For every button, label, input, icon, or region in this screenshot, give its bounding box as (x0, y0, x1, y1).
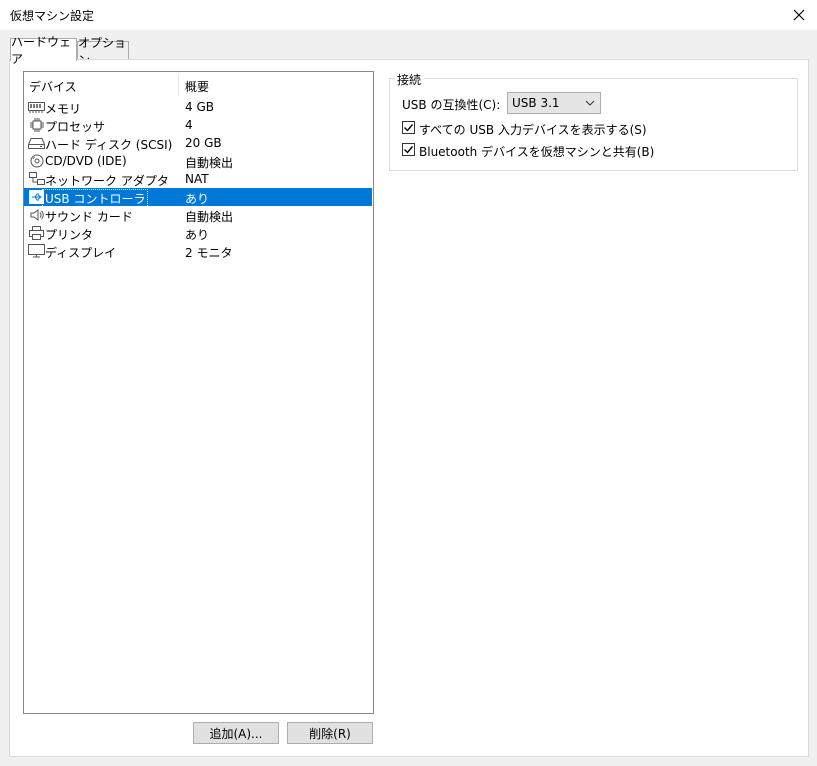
device-name: ディスプレイ (45, 246, 117, 260)
share-bluetooth-checkbox[interactable] (402, 143, 415, 156)
device-name: ハード ディスク (SCSI) (45, 138, 173, 152)
device-name: サウンド カード (45, 210, 133, 224)
remove-device-label: 削除(R) (309, 726, 351, 741)
close-button[interactable] (781, 0, 817, 30)
device-value: 4 (185, 118, 193, 132)
usb-compatibility-label: USB の互換性(C): (402, 98, 501, 112)
cd-dvd-icon (28, 153, 45, 169)
device-row-hard-disk[interactable]: ハード ディスク (SCSI) 20 GB (24, 134, 372, 152)
window-title: 仮想マシン設定 (10, 9, 95, 23)
add-device-label: 追加(A)... (209, 726, 263, 741)
tab-hardware-label: ハードウェア (11, 35, 72, 66)
device-name: CD/DVD (IDE) (45, 154, 127, 168)
sound-card-icon (28, 207, 45, 223)
connection-group: 接続 USB の互換性(C): USB 3.1 すべての USB 入力デバイスを… (389, 71, 798, 171)
processor-icon (28, 117, 45, 133)
device-row-processor[interactable]: プロセッサ 4 (24, 116, 372, 134)
title-bar: 仮想マシン設定 (0, 0, 817, 30)
usb-compatibility-value: USB 3.1 (512, 96, 560, 110)
column-header-summary[interactable]: 概要 (185, 78, 209, 95)
device-value: NAT (185, 172, 209, 186)
tab-hardware[interactable]: ハードウェア (10, 35, 77, 66)
hard-disk-icon (28, 135, 45, 151)
checkmark-icon (404, 124, 414, 132)
add-device-button[interactable]: 追加(A)... (193, 722, 279, 744)
show-all-usb-option[interactable]: すべての USB 入力デバイスを表示する(S) (402, 120, 702, 137)
share-bluetooth-label: Bluetooth デバイスを仮想マシンと共有(B) (419, 145, 655, 159)
network-adapter-icon (28, 171, 45, 187)
chevron-down-icon (585, 100, 595, 106)
device-value: 4 GB (185, 100, 214, 114)
device-value: 自動検出 (185, 210, 234, 224)
device-row-sound-card[interactable]: サウンド カード 自動検出 (24, 206, 372, 224)
close-icon (793, 9, 805, 21)
share-bluetooth-option[interactable]: Bluetooth デバイスを仮想マシンと共有(B) (402, 142, 702, 159)
device-name: USB コントローラ (41, 189, 149, 208)
device-value: 20 GB (185, 136, 222, 150)
show-all-usb-label: すべての USB 入力デバイスを表示する(S) (419, 123, 647, 137)
column-header-device[interactable]: デバイス (29, 78, 77, 95)
checkmark-icon (404, 146, 414, 154)
display-icon (28, 243, 45, 259)
device-value: あり (185, 192, 210, 206)
device-value: あり (185, 228, 210, 242)
connection-group-title: 接続 (394, 71, 425, 88)
show-all-usb-checkbox[interactable] (402, 121, 415, 134)
device-row-usb-controller[interactable]: USB コントローラ あり (24, 188, 372, 208)
device-row-printer[interactable]: プリンタ あり (24, 224, 372, 242)
device-name: プロセッサ (45, 120, 106, 134)
device-row-cd-dvd[interactable]: CD/DVD (IDE) 自動検出 (24, 152, 372, 170)
device-row-network-adapter[interactable]: ネットワーク アダプタ NAT (24, 170, 372, 188)
tab-options[interactable]: オプション (77, 36, 129, 67)
printer-icon (28, 225, 45, 241)
device-name: ネットワーク アダプタ (45, 174, 169, 188)
device-name: メモリ (45, 102, 82, 116)
remove-device-button[interactable]: 削除(R) (287, 722, 373, 744)
hardware-tab-panel: デバイス 概要 メモリ 4 GB プロセッサ 4 ハード ディスク (SCSI)… (9, 59, 809, 757)
usb-compatibility-select[interactable]: USB 3.1 (507, 92, 601, 114)
device-list[interactable]: デバイス 概要 メモリ 4 GB プロセッサ 4 ハード ディスク (SCSI)… (23, 71, 374, 714)
device-value: 2 モニタ (185, 246, 233, 260)
device-row-display[interactable]: ディスプレイ 2 モニタ (24, 242, 372, 260)
device-name: プリンタ (45, 228, 94, 242)
list-header: デバイス 概要 (24, 72, 373, 98)
memory-icon (28, 99, 45, 115)
column-separator[interactable] (178, 74, 179, 96)
device-row-memory[interactable]: メモリ 4 GB (24, 98, 372, 116)
device-value: 自動検出 (185, 156, 234, 170)
